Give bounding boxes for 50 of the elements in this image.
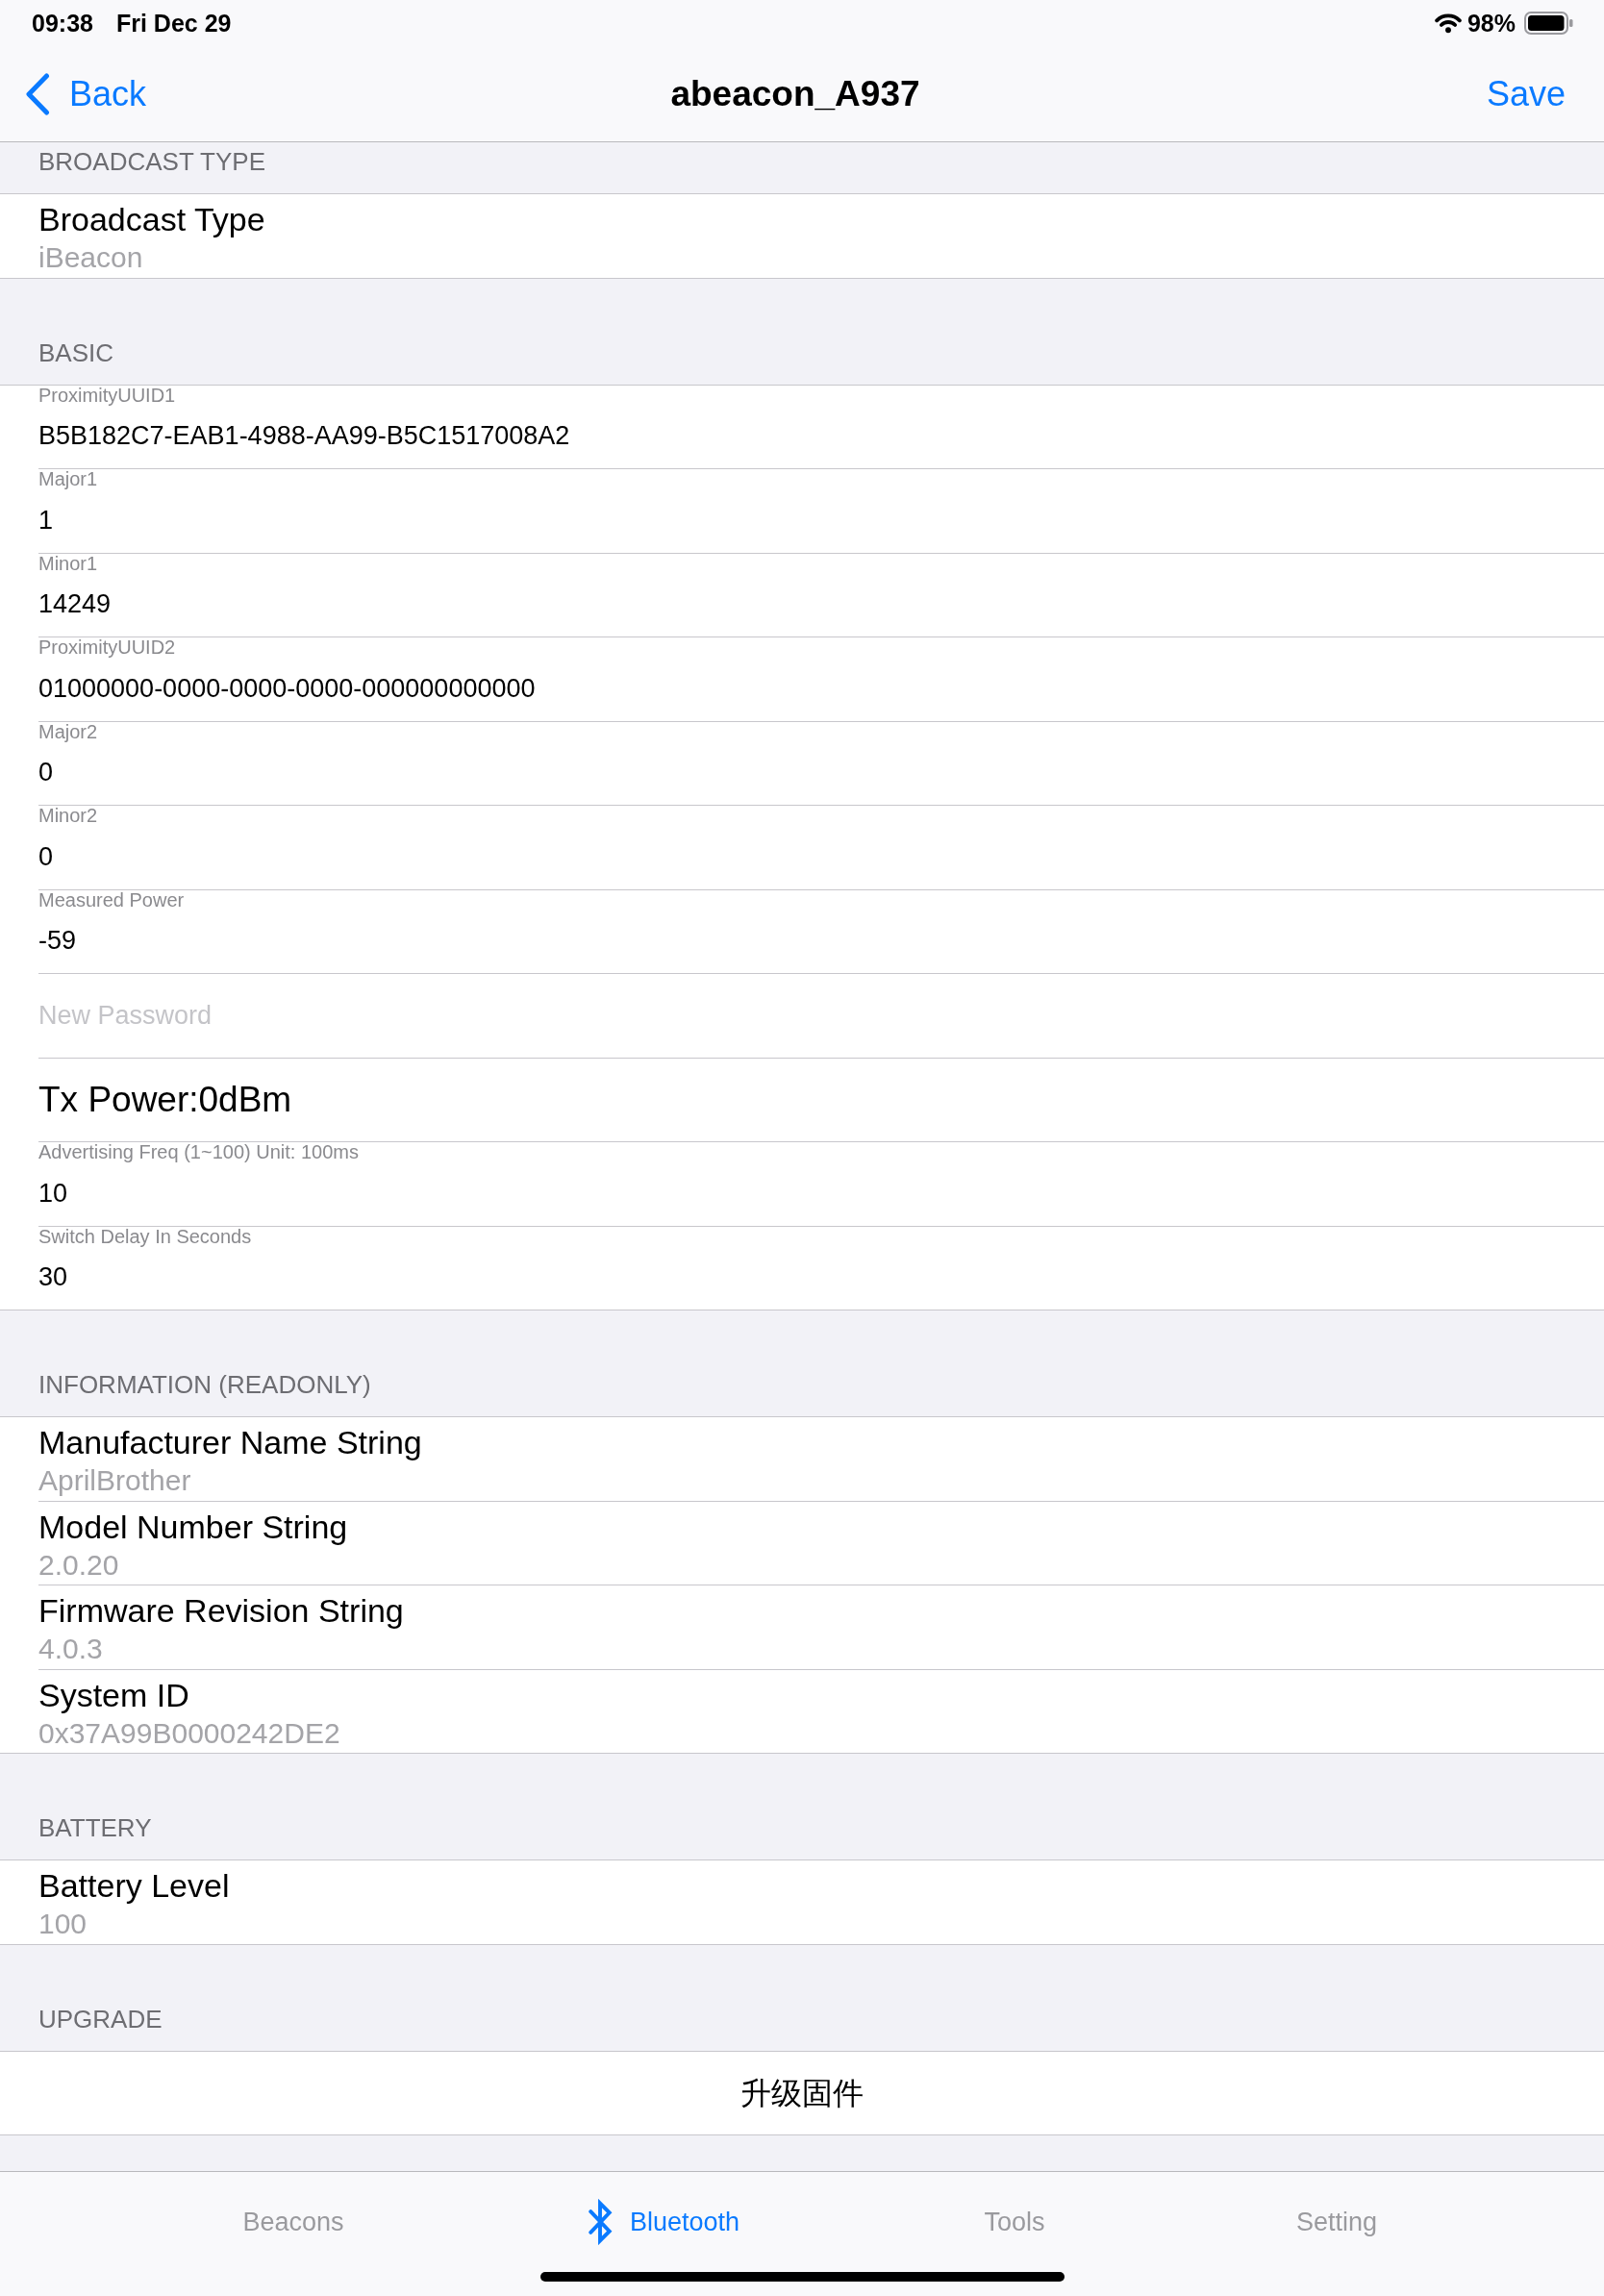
property-value: 100: [38, 1907, 88, 1941]
upgrade-firmware-button[interactable]: 升级固件: [740, 2073, 864, 2112]
text-field[interactable]: 30: [38, 1255, 1604, 1300]
tx-power-setting[interactable]: Tx Power:0dBm: [38, 1078, 292, 1121]
wifi-icon: [1434, 12, 1462, 34]
field-label: Measured Power: [38, 889, 185, 910]
section-header: BATTERY: [38, 1813, 152, 1842]
section-header: INFORMATION (READONLY): [38, 1370, 371, 1399]
text-field[interactable]: New Password: [38, 993, 1604, 1038]
text-field[interactable]: 10: [38, 1171, 1604, 1215]
field-label: Major1: [38, 469, 98, 488]
chevron-left-icon: [25, 72, 50, 115]
status-date: Fri Dec 29: [115, 9, 232, 37]
battery-icon: [1524, 12, 1573, 35]
tab[interactable]: Bluetooth: [587, 2199, 740, 2245]
bluetooth-icon: [587, 2199, 613, 2245]
property-value: 4.0.3: [38, 1632, 103, 1666]
field-label: Minor2: [38, 806, 98, 825]
field-label: Switch Delay In Seconds: [38, 1226, 252, 1246]
field-label: Advertising Freq (1~100) Unit: 100ms: [38, 1142, 359, 1161]
text-field[interactable]: 01000000-0000-0000-0000-000000000000: [38, 666, 1604, 711]
save-button[interactable]: Save: [1486, 73, 1566, 114]
text-field[interactable]: 0: [38, 750, 1604, 795]
section-header: UPGRADE: [38, 2004, 163, 2034]
property-name: Firmware Revision String: [38, 1591, 404, 1630]
property-name: Battery Level: [38, 1866, 230, 1905]
property-value: AprilBrother: [38, 1463, 191, 1498]
field-label: Major2: [38, 721, 98, 741]
property-value: iBeacon: [38, 240, 143, 275]
property-name: Broadcast Type: [38, 200, 265, 238]
section-header: BASIC: [38, 337, 114, 367]
battery-percent: 98%: [1466, 9, 1516, 37]
property-name: Model Number String: [38, 1507, 348, 1546]
section-header: BROADCAST TYPE: [38, 147, 265, 176]
status-time: 09:38: [32, 9, 93, 37]
text-field[interactable]: 14249: [38, 582, 1604, 627]
field-label: ProximityUUID2: [38, 637, 176, 657]
property-name: System ID: [38, 1675, 189, 1714]
back-button[interactable]: Back: [25, 72, 147, 115]
property-value: 2.0.20: [38, 1547, 119, 1583]
screen-title: abeacon_A937: [670, 73, 920, 114]
field-label: Minor1: [38, 553, 98, 573]
text-field[interactable]: 1: [38, 498, 1604, 542]
text-field[interactable]: B5B182C7-EAB1-4988-AA99-B5C1517008A2: [38, 413, 1604, 459]
property-name: Manufacturer Name String: [38, 1423, 422, 1461]
home-indicator[interactable]: [539, 2272, 1065, 2282]
text-field[interactable]: 0: [38, 835, 1604, 879]
property-value: 0x37A99B0000242DE2: [38, 1715, 340, 1751]
field-label: ProximityUUID1: [38, 385, 176, 405]
text-field[interactable]: -59: [38, 918, 1604, 963]
